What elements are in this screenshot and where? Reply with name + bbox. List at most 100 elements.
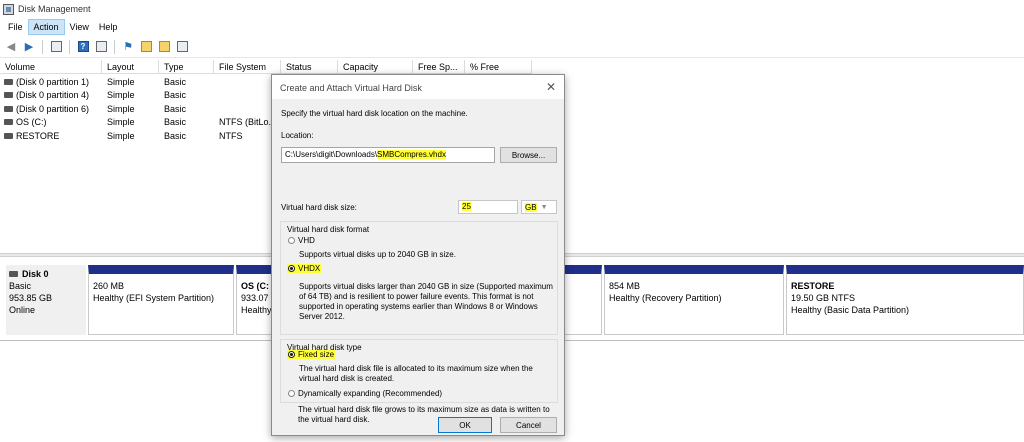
partition-size: 260 MB: [93, 281, 125, 291]
create-vhd-dialog: Create and Attach Virtual Hard Disk ✕ Sp…: [271, 74, 565, 436]
radio-button[interactable]: [288, 390, 295, 397]
volume-type: Basic: [164, 90, 187, 101]
location-label: Location:: [281, 131, 314, 140]
back-arrow-icon[interactable]: ◀: [3, 39, 19, 55]
disk-label[interactable]: Disk 0 Basic 953.85 GB Online: [6, 265, 86, 335]
size-unit-value: GB: [525, 202, 537, 212]
partition-size: 19.50 GB NTFS: [791, 293, 856, 303]
size-value: 25: [462, 202, 471, 211]
drive-icon: [4, 132, 13, 139]
disk-size: 953.85 GB: [9, 293, 53, 303]
disk-management-icon: [3, 3, 14, 15]
volume-type: Basic: [164, 117, 187, 128]
vhdx-description: Supports virtual disks larger than 2040 …: [299, 282, 553, 321]
radio-label: Dynamically expanding (Recommended): [298, 389, 443, 398]
menu-action[interactable]: Action: [27, 19, 65, 35]
table-row[interactable]: OS (C:) Simple Basic NTFS (BitLo...: [0, 116, 281, 130]
partition-status: Healthy (EFI System Partition): [93, 293, 215, 303]
disk-icon: [9, 271, 18, 277]
column-header-free-space[interactable]: Free Sp...: [413, 60, 465, 73]
size-label: Virtual hard disk size:: [281, 203, 357, 212]
disk-type-group: Virtual hard disk type Fixed size The vi…: [280, 339, 558, 403]
table-row[interactable]: (Disk 0 partition 6) Simple Basic: [0, 102, 281, 116]
toolbar-separator: [42, 39, 43, 54]
drive-icon: [4, 105, 13, 112]
partition-name: RESTORE: [791, 281, 835, 291]
radio-button[interactable]: [288, 237, 295, 244]
ok-button[interactable]: OK: [438, 417, 492, 433]
partition-size: 854 MB: [609, 281, 641, 291]
table-row[interactable]: (Disk 0 partition 4) Simple Basic: [0, 89, 281, 103]
window-title: Disk Management: [18, 4, 91, 14]
radio-label: VHD: [298, 236, 315, 245]
volume-list-header: Volume Layout Type File System Status Ca…: [0, 60, 532, 74]
radio-vhdx[interactable]: VHDX: [287, 264, 322, 273]
radio-label: Fixed size: [298, 350, 335, 359]
column-header-volume[interactable]: Volume: [0, 60, 102, 73]
radio-button[interactable]: [288, 265, 295, 272]
toolbar-separator: [114, 39, 115, 54]
dialog-title: Create and Attach Virtual Hard Disk: [280, 83, 422, 93]
properties-icon[interactable]: [174, 39, 190, 55]
volume-name: RESTORE: [16, 130, 60, 141]
volume-list: (Disk 0 partition 1) Simple Basic (Disk …: [0, 75, 281, 143]
location-input[interactable]: C:\Users\digit\Downloads\SMBCompres.vhdx: [281, 147, 495, 163]
volume-layout: Simple: [107, 117, 135, 128]
location-file-name: SMBCompres.vhdx: [377, 150, 446, 159]
radio-fixed-size[interactable]: Fixed size: [287, 350, 336, 359]
volume-layout: Simple: [107, 90, 135, 101]
partition-status: Healthy (Recovery Partition): [609, 293, 722, 303]
toolbar: ◀ ▶ ? ⚑: [0, 36, 1024, 58]
fixed-size-description: The virtual hard disk file is allocated …: [299, 364, 533, 383]
column-header-capacity[interactable]: Capacity: [338, 60, 413, 73]
new-icon[interactable]: [138, 39, 154, 55]
volume-type: Basic: [164, 103, 187, 114]
forward-arrow-icon[interactable]: ▶: [21, 39, 37, 55]
menu-view[interactable]: View: [65, 20, 94, 34]
radio-button[interactable]: [288, 351, 295, 358]
vhd-description: Supports virtual disks up to 2040 GB in …: [299, 250, 456, 259]
volume-name: (Disk 0 partition 1): [16, 76, 90, 87]
menu-help[interactable]: Help: [94, 20, 123, 34]
help-icon[interactable]: ?: [75, 39, 91, 55]
table-row[interactable]: RESTORE Simple Basic NTFS: [0, 129, 281, 143]
menu-file[interactable]: File: [3, 20, 28, 34]
disk-name: Disk 0: [22, 269, 49, 279]
column-header-file-system[interactable]: File System: [214, 60, 281, 73]
partition-recovery[interactable]: 854 MB Healthy (Recovery Partition): [604, 265, 784, 335]
column-header-layout[interactable]: Layout: [102, 60, 159, 73]
radio-label: VHDX: [298, 264, 321, 273]
format-group-title: Virtual hard disk format: [287, 225, 370, 234]
column-header-percent-free[interactable]: % Free: [465, 60, 532, 73]
list-icon[interactable]: [93, 39, 109, 55]
close-icon[interactable]: ✕: [546, 80, 556, 94]
volume-name: (Disk 0 partition 6): [16, 103, 90, 114]
volume-layout: Simple: [107, 76, 135, 87]
volume-layout: Simple: [107, 103, 135, 114]
disk-status: Online: [9, 305, 36, 315]
search-icon[interactable]: [156, 39, 172, 55]
browse-button[interactable]: Browse...: [500, 147, 557, 163]
menu-bar: File Action View Help: [0, 18, 1024, 36]
drive-icon: [4, 92, 13, 99]
volume-name: (Disk 0 partition 4): [16, 90, 90, 101]
drive-icon: [4, 78, 13, 85]
flag-icon[interactable]: ⚑: [120, 39, 136, 55]
disk-type: Basic: [9, 281, 32, 291]
cancel-button[interactable]: Cancel: [500, 417, 557, 433]
column-header-status[interactable]: Status: [281, 60, 338, 73]
volume-layout: Simple: [107, 130, 135, 141]
partition-status: Healthy (Basic Data Partition): [791, 305, 910, 315]
radio-dynamic[interactable]: Dynamically expanding (Recommended): [287, 389, 443, 398]
size-input[interactable]: 25: [458, 200, 518, 214]
grid-icon[interactable]: [48, 39, 64, 55]
table-row[interactable]: (Disk 0 partition 1) Simple Basic: [0, 75, 281, 89]
partition-restore[interactable]: RESTORE 19.50 GB NTFS Healthy (Basic Dat…: [786, 265, 1024, 335]
partition-efi[interactable]: 260 MB Healthy (EFI System Partition): [88, 265, 234, 335]
size-unit-select[interactable]: GB ▼: [521, 200, 557, 214]
chevron-down-icon: ▼: [540, 203, 548, 211]
volume-type: Basic: [164, 76, 187, 87]
volume-name: OS (C:): [16, 117, 47, 128]
radio-vhd[interactable]: VHD: [287, 236, 316, 245]
column-header-type[interactable]: Type: [159, 60, 214, 73]
